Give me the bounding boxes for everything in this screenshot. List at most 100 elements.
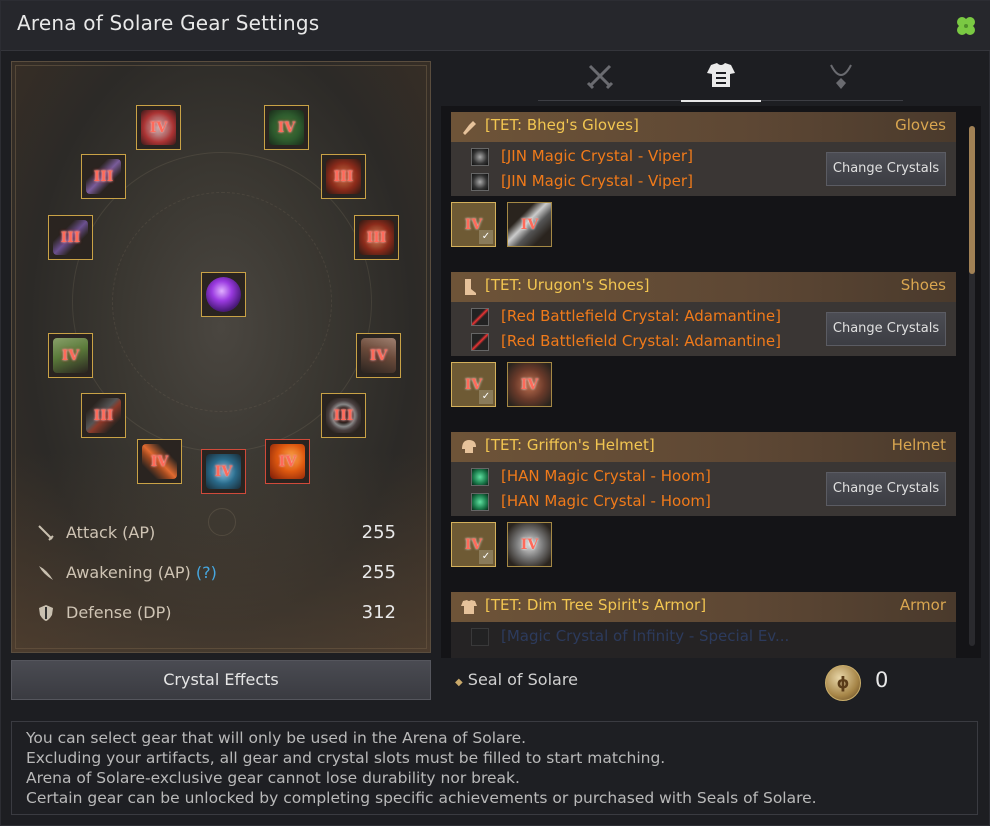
card-header: [TET: Griffon's Helmet] Helmet <box>451 432 956 462</box>
gear-slot-shoes[interactable]: IV <box>48 333 93 378</box>
gloves-icon <box>463 121 476 135</box>
gear-option-selected[interactable]: IV ✓ <box>451 362 496 407</box>
option-tier: IV <box>520 376 539 393</box>
gear-slot-gloves[interactable]: IV <box>356 333 401 378</box>
help-tooltip-icon[interactable]: (?) <box>196 563 217 582</box>
crystal-name: [Red Battlefield Crystal: Adamantine] <box>501 307 781 325</box>
crystal-name: [HAN Magic Crystal - Hoom] <box>501 492 711 510</box>
stat-label: Awakening (AP) (?) <box>66 563 217 582</box>
gear-list[interactable]: [TET: Bheg's Gloves] Gloves [JIN Magic C… <box>441 106 981 658</box>
hoom-crystal-icon <box>471 493 489 511</box>
slot-tier: IV <box>61 347 80 364</box>
adamantine-crystal-icon <box>471 308 489 326</box>
card-header: [TET: Dim Tree Spirit's Armor] Armor <box>451 592 956 622</box>
check-icon: ✓ <box>479 550 493 564</box>
shoes-icon <box>465 279 476 295</box>
gear-slot-gauntlet[interactable]: IV <box>201 449 246 494</box>
tab-weapons[interactable] <box>560 51 640 101</box>
gear-option[interactable]: IV <box>507 202 552 247</box>
stat-attack: Attack (AP) 255 <box>31 520 401 548</box>
check-icon: ✓ <box>479 390 493 404</box>
card-crystals: [HAN Magic Crystal - Hoom] [HAN Magic Cr… <box>451 462 956 516</box>
slot-tier: III <box>333 407 354 424</box>
slot-tier: IV <box>214 463 233 480</box>
gear-slot-flame[interactable]: IV <box>265 439 310 484</box>
card-crystals: [JIN Magic Crystal - Viper] [JIN Magic C… <box>451 142 956 196</box>
shield-icon <box>39 605 53 621</box>
gear-slot-helmet-lower[interactable]: III <box>354 215 399 260</box>
gear-type: Armor <box>899 596 946 614</box>
gear-settings-window: Arena of Solare Gear Settings IV IV III … <box>0 0 990 826</box>
gear-type: Shoes <box>900 276 946 294</box>
adamantine-crystal-icon <box>471 333 489 351</box>
gear-slot-helmet-upper[interactable]: III <box>321 154 366 199</box>
slot-tier: IV <box>278 453 297 470</box>
info-line: Excluding your artifacts, all gear and c… <box>26 749 666 767</box>
slot-tier: III <box>333 168 354 185</box>
change-crystals-button[interactable]: Change Crystals <box>826 472 946 506</box>
slot-tier: III <box>93 407 114 424</box>
info-line: Arena of Solare-exclusive gear cannot lo… <box>26 769 520 787</box>
slot-tier: IV <box>149 119 168 136</box>
card-crystals: [Red Battlefield Crystal: Adamantine] [R… <box>451 302 956 356</box>
slot-tier: III <box>366 229 387 246</box>
slot-tier: IV <box>277 119 296 136</box>
stat-value: 312 <box>361 602 396 623</box>
viper-crystal-icon <box>471 148 489 166</box>
stat-label: Attack (AP) <box>66 523 156 542</box>
info-line: You can select gear that will only be us… <box>26 729 527 747</box>
hoom-crystal-icon <box>471 468 489 486</box>
sword-icon <box>38 525 54 541</box>
gear-slot-chest[interactable]: IV <box>136 105 181 150</box>
seal-coin-icon: ϕ <box>825 665 861 701</box>
check-icon: ✓ <box>479 230 493 244</box>
awakening-blade-icon <box>39 566 53 580</box>
gear-slot-tree-armor[interactable]: IV <box>264 105 309 150</box>
gear-option-selected[interactable]: IV ✓ <box>451 202 496 247</box>
slot-tier: III <box>93 168 114 185</box>
stat-label: Defense (DP) <box>66 603 172 622</box>
crystal-effects-button[interactable]: Crystal Effects <box>11 660 431 700</box>
gear-name: [TET: Bheg's Gloves] <box>485 116 639 134</box>
tab-accessories[interactable] <box>801 51 881 101</box>
gear-slot-belt[interactable]: III <box>81 393 126 438</box>
armor-icon <box>707 63 735 87</box>
gear-name: [TET: Urugon's Shoes] <box>485 276 650 294</box>
awakening-label: Awakening (AP) <box>66 563 191 582</box>
armor-icon <box>461 600 477 614</box>
tab-armor[interactable] <box>681 51 761 102</box>
purple-crystal-icon <box>206 277 241 312</box>
seal-label: ◆ Seal of Solare <box>455 670 578 689</box>
gear-option-selected[interactable]: IV ✓ <box>451 522 496 567</box>
slot-tier: IV <box>150 453 169 470</box>
stat-awakening: Awakening (AP) (?) 255 <box>31 560 401 588</box>
clover-icon[interactable] <box>953 13 979 39</box>
scrollbar-thumb[interactable] <box>969 126 975 274</box>
crystal-name: [Magic Crystal of Infinity - Special Ev.… <box>501 627 790 645</box>
stat-value: 255 <box>361 562 396 583</box>
card-header: [TET: Bheg's Gloves] Gloves <box>451 112 956 142</box>
window-title: Arena of Solare Gear Settings <box>17 11 320 35</box>
gear-slot-center-crystal[interactable] <box>201 272 246 317</box>
option-tier: IV <box>520 216 539 233</box>
gear-type: Gloves <box>895 116 946 134</box>
stat-defense: Defense (DP) 312 <box>31 600 401 628</box>
gear-option[interactable]: IV <box>507 362 552 407</box>
gear-slot-dagger-lower[interactable]: III <box>48 215 93 260</box>
info-box: You can select gear that will only be us… <box>11 721 978 815</box>
gear-type: Helmet <box>891 436 946 454</box>
necklace-icon <box>830 64 852 89</box>
bullet-icon: ◆ <box>455 677 463 688</box>
gear-option[interactable]: IV <box>507 522 552 567</box>
seal-label-text: Seal of Solare <box>467 670 578 689</box>
slot-tier: III <box>60 229 81 246</box>
gear-name: [TET: Griffon's Helmet] <box>485 436 655 454</box>
gear-slot-dagger-bottom[interactable]: IV <box>137 439 182 484</box>
change-crystals-button[interactable]: Change Crystals <box>826 312 946 346</box>
gear-slot-dagger-upper[interactable]: III <box>81 154 126 199</box>
gear-slot-ring[interactable]: III <box>321 393 366 438</box>
change-crystals-button[interactable]: Change Crystals <box>826 152 946 186</box>
viper-crystal-icon <box>471 173 489 191</box>
crossed-swords-icon <box>586 64 614 90</box>
crystal-name: [HAN Magic Crystal - Hoom] <box>501 467 711 485</box>
